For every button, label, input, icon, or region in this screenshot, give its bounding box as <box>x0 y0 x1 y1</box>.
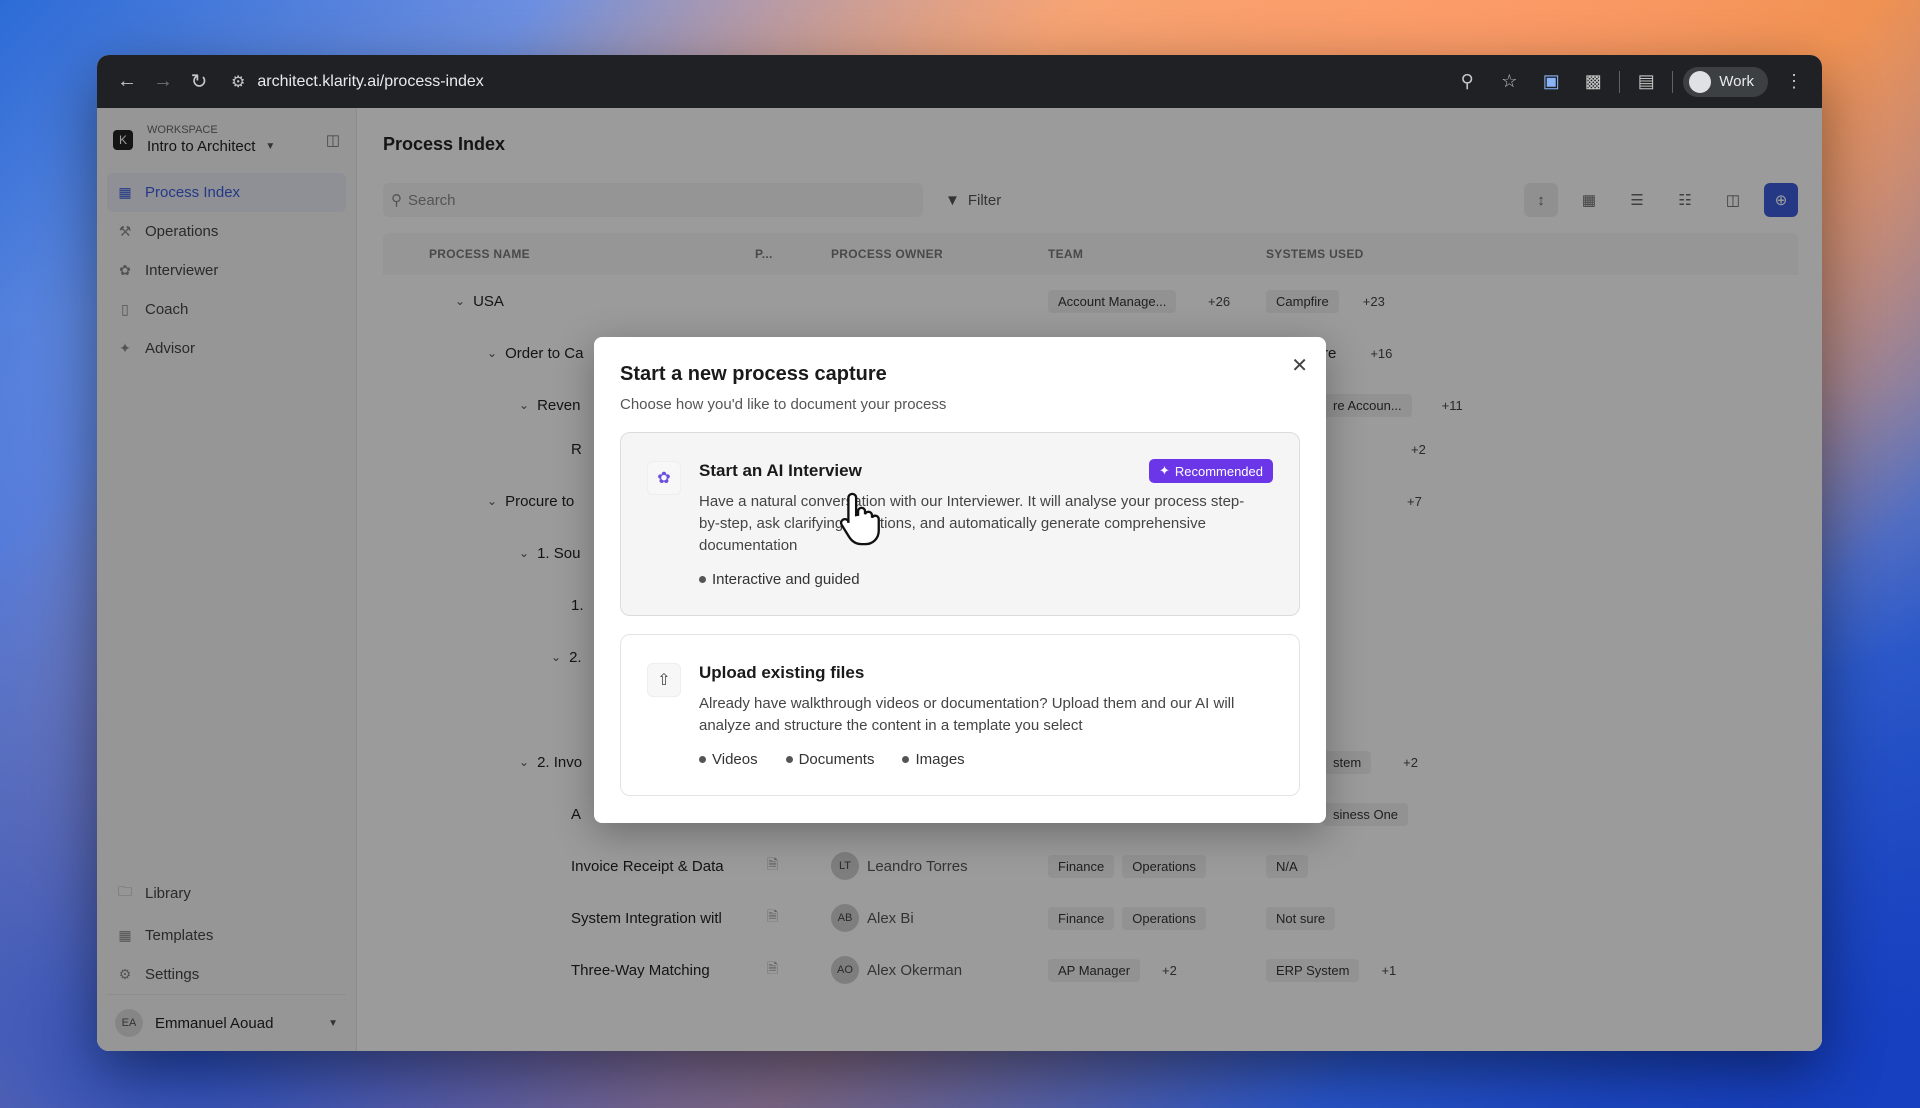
upload-icon: ⇧ <box>647 663 681 697</box>
upload-files-option[interactable]: ⇧ Upload existing files Already have wal… <box>620 634 1300 796</box>
hand-cursor-icon <box>839 492 880 546</box>
extension-icon[interactable]: ▣ <box>1535 66 1567 98</box>
back-icon[interactable]: ← <box>109 64 145 100</box>
bookmark-star-icon[interactable]: ☆ <box>1493 66 1525 98</box>
menu-icon[interactable]: ⋮ <box>1778 66 1810 98</box>
option-title: Upload existing files <box>699 663 865 682</box>
option-features: Videos Documents Images <box>699 751 1273 768</box>
url-text: architect.klarity.ai/process-index <box>257 72 484 90</box>
profile-avatar <box>1689 70 1712 93</box>
option-features: Interactive and guided <box>699 571 1273 588</box>
dialog-title: Start a new process capture <box>620 363 887 385</box>
recommended-badge: ✦ Recommended <box>1148 459 1273 483</box>
zoom-icon[interactable]: ⚲ <box>1451 66 1483 98</box>
close-icon[interactable]: ✕ <box>1291 353 1308 378</box>
new-process-capture-dialog: Start a new process capture Choose how y… <box>594 337 1326 823</box>
ai-interview-option[interactable]: ✿ Start an AI Interview ✦ Recommended Ha… <box>620 432 1300 616</box>
interviewer-icon: ✿ <box>647 461 681 495</box>
feature-item: Videos <box>699 751 758 768</box>
dialog-subtitle: Choose how you'd like to document your p… <box>620 396 947 413</box>
puzzle-icon[interactable]: ▩ <box>1577 66 1609 98</box>
option-description: Have a natural conversation with our Int… <box>699 493 1245 554</box>
tab-search-icon[interactable]: ▤ <box>1630 66 1662 98</box>
forward-icon[interactable]: → <box>145 64 181 100</box>
reload-icon[interactable]: ↻ <box>181 64 217 100</box>
site-settings-icon[interactable]: ⚙ <box>231 72 245 92</box>
browser-toolbar: ← → ↻ ⚙ architect.klarity.ai/process-ind… <box>97 55 1822 108</box>
profile-button[interactable]: Work <box>1683 66 1768 97</box>
feature-item: Images <box>902 751 964 768</box>
feature-item: Documents <box>786 751 875 768</box>
feature-item: Interactive and guided <box>699 571 860 588</box>
option-description: Already have walkthrough videos or docum… <box>699 695 1235 734</box>
address-bar[interactable]: ⚙ architect.klarity.ai/process-index <box>223 64 1451 100</box>
sparkle-icon: ✦ <box>1158 463 1170 478</box>
